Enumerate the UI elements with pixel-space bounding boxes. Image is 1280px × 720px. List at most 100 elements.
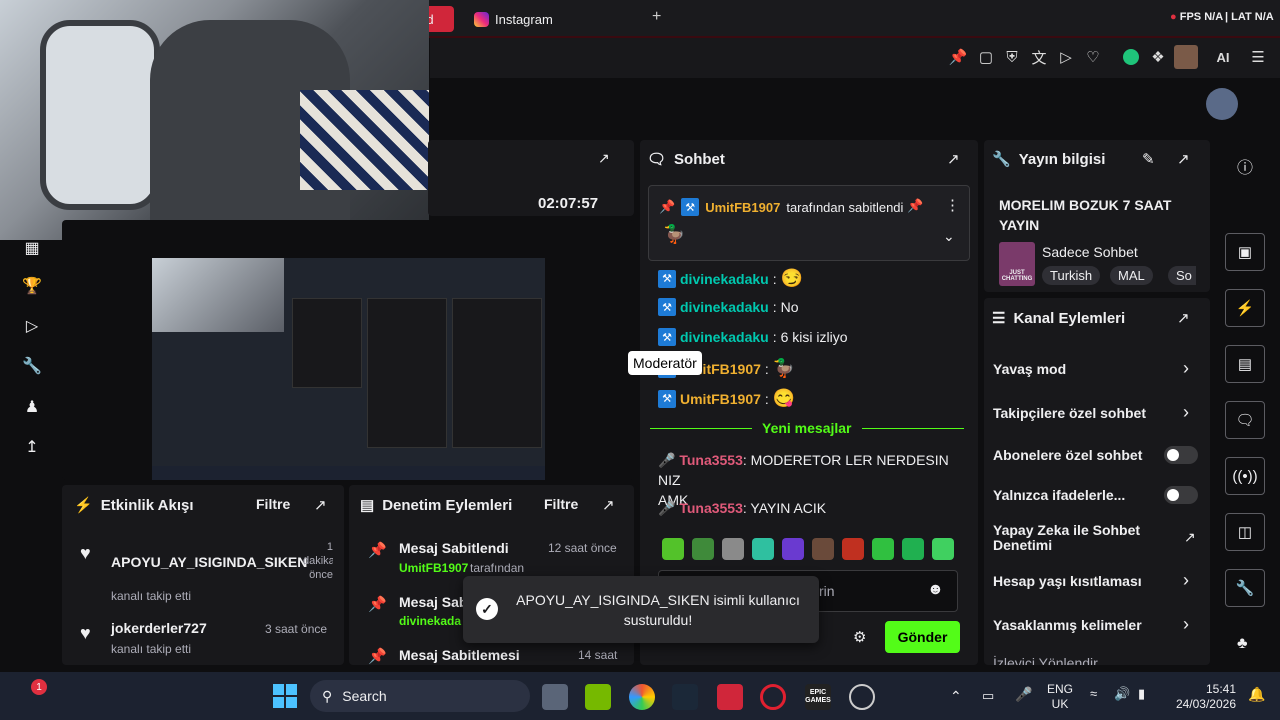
task-view-icon[interactable] (542, 684, 568, 710)
emote-icon[interactable] (722, 538, 744, 560)
emote-icon[interactable] (842, 538, 864, 560)
unpin-icon[interactable]: 📌 (907, 198, 923, 214)
moderation-user[interactable]: divinekada (399, 614, 461, 628)
emote-icon[interactable] (662, 538, 684, 560)
chart-icon[interactable]: ▦ (21, 237, 43, 259)
start-button[interactable] (273, 684, 297, 708)
opera-icon[interactable] (760, 684, 786, 710)
chat-username[interactable]: divinekadaku (680, 299, 769, 315)
moderation-filter-button[interactable]: Filtre (544, 496, 578, 512)
epic-games-icon[interactable]: EPIC GAMES (805, 684, 831, 710)
activity-filter-button[interactable]: Filtre (256, 496, 290, 512)
volume-icon[interactable]: 🔊 (1114, 686, 1130, 702)
video-icon[interactable]: ▷ (21, 315, 43, 337)
chat-message[interactable]: ⚒ UmitFB1907: 😋 (658, 388, 795, 409)
subscribers-only-toggle[interactable] (1164, 446, 1198, 464)
crop-icon[interactable]: ▢ (976, 47, 996, 67)
chevron-right-icon[interactable]: › (1183, 402, 1189, 423)
menu-icon[interactable]: ☰ (1248, 47, 1268, 67)
emote-icon[interactable] (872, 538, 894, 560)
chevron-up-icon[interactable]: ⌃ (950, 688, 962, 705)
heart-icon[interactable]: ♡ (1083, 47, 1103, 67)
clock[interactable]: 15:41 24/03/2026 (1170, 682, 1236, 712)
user-avatar[interactable] (1206, 88, 1238, 120)
chat-username[interactable]: UmitFB1907 (680, 391, 761, 407)
broadcast-button[interactable]: ((•)) (1225, 457, 1265, 495)
settings-icon[interactable]: ⚙ (853, 628, 866, 646)
wifi-icon[interactable]: ≈ (1090, 686, 1097, 701)
popout-icon[interactable]: ↗ (947, 150, 960, 168)
category-art[interactable]: JUST CHATTING (999, 242, 1035, 286)
popout-icon[interactable]: ↗ (1177, 309, 1190, 327)
emote-icon[interactable] (692, 538, 714, 560)
microphone-icon[interactable]: 🎤 (1015, 686, 1032, 703)
chrome-icon[interactable] (629, 684, 655, 710)
chat-username[interactable]: Tuna3553 (679, 500, 743, 516)
emote-only-toggle[interactable] (1164, 486, 1198, 504)
lightning-button[interactable]: ⚡ (1225, 289, 1265, 327)
popout-icon[interactable]: ↗ (1177, 150, 1190, 168)
translate-icon[interactable]: 文 (1029, 47, 1049, 67)
tag[interactable]: So (1168, 266, 1196, 285)
external-link-icon[interactable]: ↗ (1184, 529, 1196, 546)
preview-video[interactable] (152, 258, 545, 480)
pinned-message[interactable]: 📌 ⚒ UmitFB1907 tarafından sabitlendi 📌 ⋮… (648, 185, 970, 261)
chevron-right-icon[interactable]: › (1183, 570, 1189, 591)
upload-icon[interactable]: ↥ (21, 436, 43, 458)
shield-icon[interactable]: ⛨ (1002, 47, 1022, 67)
chat-username[interactable]: divinekadaku (680, 271, 769, 287)
clip-button[interactable]: ▣ (1225, 233, 1265, 271)
app-circle-icon[interactable] (849, 684, 875, 710)
chevron-right-icon[interactable]: › (1183, 614, 1189, 635)
account-age-label[interactable]: Hesap yaşı kısıtlaması (993, 573, 1142, 589)
tools-button[interactable]: 🔧 (1225, 569, 1265, 607)
emote-icon[interactable] (752, 538, 774, 560)
popout-icon[interactable]: ↗ (602, 496, 615, 514)
share-icon[interactable]: ♣ (1237, 635, 1248, 653)
trophy-icon[interactable]: 🏆 (21, 275, 43, 297)
followers-only-label[interactable]: Takipçilere özel sohbet (993, 405, 1146, 421)
emote-icon[interactable] (902, 538, 924, 560)
chevron-right-icon[interactable]: › (1183, 358, 1189, 379)
new-tab-button[interactable]: + (652, 8, 661, 26)
tag[interactable]: MAL (1110, 266, 1153, 285)
notification-icon[interactable]: 🔔 (1248, 686, 1265, 703)
chevron-down-icon[interactable]: ⌄ (943, 228, 955, 245)
extension-green-icon[interactable] (1121, 47, 1141, 67)
profile-avatar[interactable] (1174, 45, 1198, 69)
device-icon[interactable]: ▭ (982, 688, 994, 704)
more-icon[interactable]: ⋮ (945, 196, 960, 214)
activity-user[interactable]: APOYU_AY_ISIGINDA_SIKEN (111, 554, 307, 570)
app-red-icon[interactable] (717, 684, 743, 710)
emote-icon[interactable] (782, 538, 804, 560)
browser-tab-instagram[interactable]: Instagram (462, 6, 565, 32)
ai-moderation-label[interactable]: Yapay Zeka ile Sohbet Denetimi (993, 523, 1153, 553)
expand-icon[interactable]: ↗ (598, 150, 610, 167)
emoji-icon[interactable]: ☻ (927, 581, 944, 599)
battery-icon[interactable]: ▮ (1138, 686, 1145, 702)
raid-label[interactable]: İzleyici Yönlendir (993, 655, 1098, 665)
play-icon[interactable]: ▷ (1056, 47, 1076, 67)
category-name[interactable]: Sadece Sohbet (1042, 244, 1138, 260)
chat-message[interactable]: ⚒ divinekadaku: No (658, 298, 799, 316)
banned-words-label[interactable]: Yasaklanmış kelimeler (993, 617, 1142, 633)
chat-message[interactable]: ⚒ divinekadaku: 😏 (658, 268, 803, 289)
chat-message[interactable]: 🎤 Tuna3553: YAYIN ACIK (658, 500, 826, 517)
language-indicator[interactable]: ENG UK (1047, 682, 1073, 712)
chat-username[interactable]: Tuna3553 (679, 452, 743, 468)
chat-username[interactable]: divinekadaku (680, 329, 769, 345)
tag[interactable]: Turkish (1042, 266, 1101, 285)
activity-user[interactable]: jokerderler727 (111, 620, 207, 636)
moderation-user[interactable]: UmitFB1907 (399, 561, 468, 575)
wrench-icon[interactable]: 🔧 (21, 355, 43, 377)
popout-icon[interactable]: ↗ (314, 496, 327, 514)
nvidia-icon[interactable] (585, 684, 611, 710)
slow-mode-label[interactable]: Yavaş mod (993, 361, 1066, 377)
puzzle-icon[interactable]: ❖ (1148, 47, 1168, 67)
pin-icon[interactable]: 📌 (948, 47, 968, 67)
send-button[interactable]: Gönder (885, 621, 960, 653)
chat-button[interactable]: 🗨 (1225, 401, 1265, 439)
users-icon[interactable]: ♟ (21, 396, 43, 418)
emote-icon[interactable] (812, 538, 834, 560)
chat-message[interactable]: ⚒ divinekadaku:6 kisi izliyo (658, 328, 848, 346)
